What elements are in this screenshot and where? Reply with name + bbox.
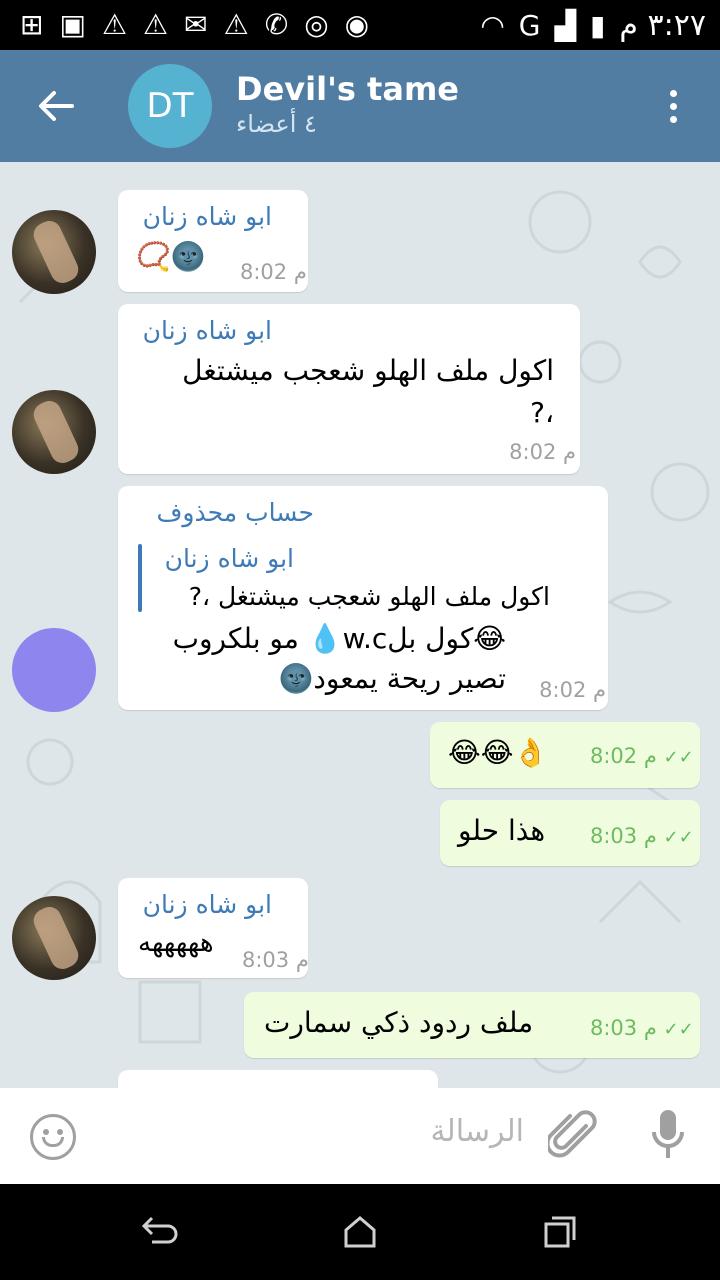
message-text: هذا حلو <box>458 814 546 847</box>
reply-quote-bar <box>138 544 142 612</box>
nav-recents-icon[interactable] <box>542 1214 578 1250</box>
signal-icon: ▟ <box>554 9 576 42</box>
messenger-icon: ◉ <box>344 8 370 41</box>
battery-icon: ▮ <box>590 9 606 42</box>
wifi-icon: ◠ <box>480 9 505 42</box>
nav-home-icon[interactable] <box>342 1214 378 1250</box>
sender-name[interactable]: حساب محذوف <box>157 498 315 527</box>
message-time: 8:03 م <box>242 948 309 972</box>
message-text: هههههه <box>138 928 214 958</box>
clock: ٣:٢٧ م <box>619 8 706 43</box>
sender-name[interactable]: ابو شاه زنان <box>143 890 272 919</box>
message-text: ملف ردود ذكي سمارت <box>264 1006 534 1039</box>
missed-call-icon: ✆ <box>264 8 289 41</box>
message-text: تصير ريحة يمعود🌚 <box>278 662 506 695</box>
mail-icon: ✉ <box>184 8 208 41</box>
message-bubble[interactable]: ابو شاه زنان هههههه 8:03 م <box>118 878 309 978</box>
reply-sender-name[interactable]: ابو شاه زنان <box>165 544 294 573</box>
status-right: ◠ G ▟ ▮ ٣:٢٧ م <box>480 8 706 43</box>
group-avatar[interactable]: DT <box>128 64 212 148</box>
member-count: ٤ أعضاء <box>236 110 317 138</box>
message-input-bar: الرسالة <box>0 1088 720 1184</box>
message-time: 8:02 م <box>509 440 576 464</box>
system-nav-bar <box>0 1184 720 1280</box>
message-bubble-partial[interactable] <box>118 1070 438 1088</box>
sender-name[interactable]: ابو شاه زنان <box>143 202 272 231</box>
message-time: 8:02 م <box>539 678 606 702</box>
notification-icons: ⊞ ▣ ⚠ ⚠ ✉ ⚠ ✆ ◎ ◉ <box>20 8 369 41</box>
message-list[interactable]: ابو شاه زنان 🌚📿 8:02 م ابو شاه زنان اكول… <box>0 162 720 1088</box>
back-arrow-icon[interactable] <box>36 86 76 126</box>
plus-box-icon: ⊞ <box>20 8 44 41</box>
reply-text[interactable]: اكول ملف الهلو شعجب ميشتغل ،? <box>189 582 550 611</box>
outgoing-message-bubble[interactable]: ملف ردود ذكي سمارت 8:03 م ✓✓ <box>244 992 700 1058</box>
sender-name[interactable]: ابو شاه زنان <box>143 316 272 345</box>
image-icon: ▣ <box>59 8 86 41</box>
message-time: 8:03 م ✓✓ <box>590 1016 700 1040</box>
message-text: 🌚📿 <box>136 240 206 273</box>
network-type: G <box>518 9 541 42</box>
message-text: ،? <box>530 396 554 429</box>
read-ticks-icon: ✓✓ <box>663 827 700 848</box>
emoji-icon[interactable] <box>30 1114 76 1160</box>
warning-icon: ⚠ <box>143 8 169 41</box>
deleted-account-avatar[interactable] <box>12 628 96 712</box>
status-bar: ⊞ ▣ ⚠ ⚠ ✉ ⚠ ✆ ◎ ◉ ◠ G ▟ ▮ ٣:٢٧ م <box>0 0 720 50</box>
message-text: 😂كول بلw.c💧 مو بلكروب <box>172 622 506 655</box>
more-menu-icon[interactable] <box>670 90 680 124</box>
warning-icon: ⚠ <box>223 8 249 41</box>
microphone-icon[interactable] <box>648 1108 688 1164</box>
read-ticks-icon: ✓✓ <box>663 747 700 768</box>
attachment-icon[interactable] <box>548 1110 600 1162</box>
message-time: 8:02 م <box>240 260 307 284</box>
user-avatar[interactable] <box>12 896 96 980</box>
chat-header: DT Devil's tame ٤ أعضاء <box>0 50 720 162</box>
warning-icon: ⚠ <box>101 8 128 41</box>
read-ticks-icon: ✓✓ <box>663 1019 700 1040</box>
message-text: اكول ملف الهلو شعجب ميشتغل <box>182 354 554 387</box>
user-avatar[interactable] <box>12 210 96 294</box>
outgoing-message-bubble[interactable]: هذا حلو 8:03 م ✓✓ <box>440 800 700 866</box>
message-input[interactable]: الرسالة <box>430 1114 524 1149</box>
nav-back-icon[interactable] <box>140 1214 180 1250</box>
group-title[interactable]: Devil's tame <box>236 70 459 108</box>
message-bubble[interactable]: ابو شاه زنان اكول ملف الهلو شعجب ميشتغل … <box>118 304 580 474</box>
message-bubble[interactable]: حساب محذوف ابو شاه زنان اكول ملف الهلو ش… <box>118 486 608 710</box>
viber-icon: ◎ <box>304 8 329 41</box>
user-avatar[interactable] <box>12 390 96 474</box>
message-time: 8:02 م ✓✓ <box>590 744 700 768</box>
message-bubble[interactable]: ابو شاه زنان 🌚📿 8:02 م <box>118 190 308 292</box>
outgoing-message-bubble[interactable]: 👌😂😂 8:02 م ✓✓ <box>430 722 700 788</box>
message-text: 👌😂😂 <box>448 736 549 769</box>
message-time: 8:03 م ✓✓ <box>590 824 700 848</box>
